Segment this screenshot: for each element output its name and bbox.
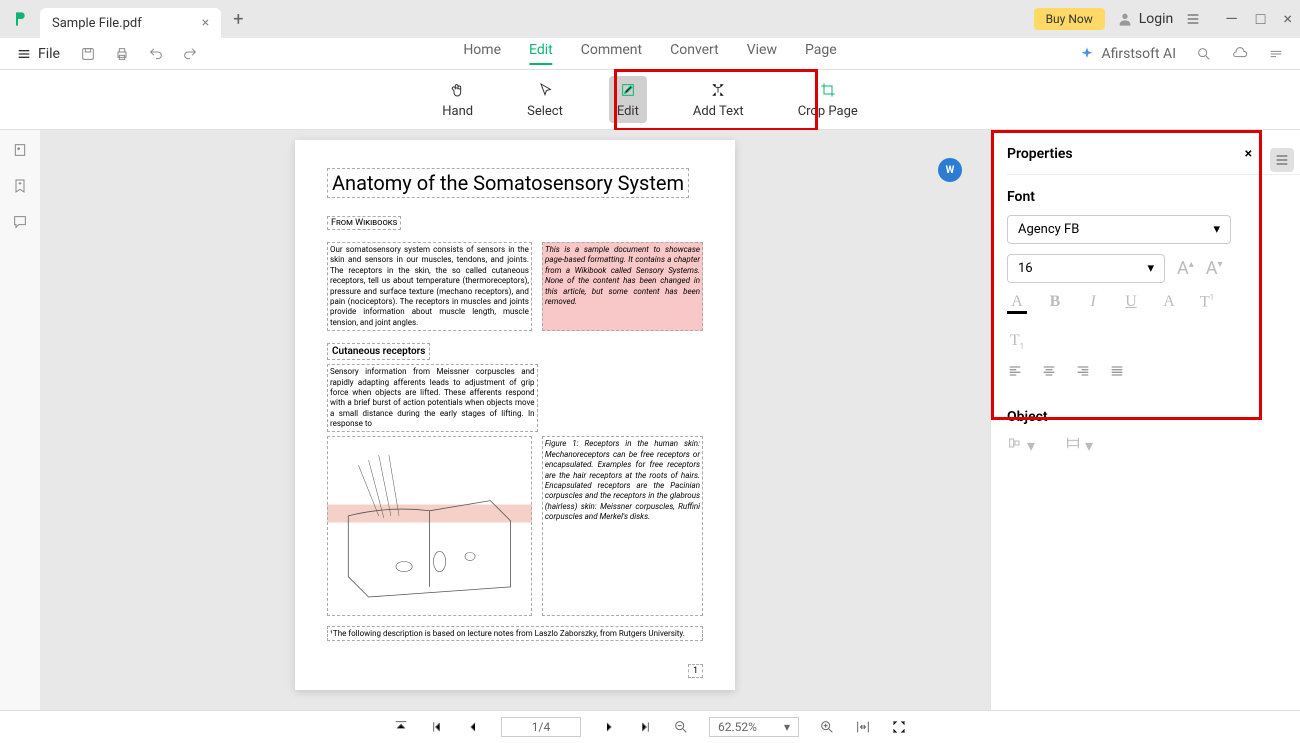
edit-toolbar: Hand Select Edit Add Text Crop Page [0, 70, 1300, 130]
main-tabs: Home Edit Comment Convert View Page [463, 42, 836, 65]
figure-image[interactable] [327, 436, 532, 616]
print-icon[interactable] [114, 46, 130, 62]
hamburger-icon [16, 46, 32, 62]
minimize-icon[interactable]: — [1225, 9, 1238, 29]
next-page-icon[interactable] [601, 719, 617, 735]
collapse-icon[interactable] [1268, 46, 1284, 62]
fit-page-icon[interactable] [891, 719, 907, 735]
zoom-select[interactable]: 62.52%▾ [709, 717, 799, 737]
file-menu[interactable]: File [16, 46, 60, 62]
font-size-select[interactable]: 16 ▾ [1007, 254, 1165, 283]
increase-font-icon[interactable]: A▴ [1177, 258, 1194, 279]
panel-title: Properties [1007, 146, 1073, 162]
doc-title[interactable]: Anatomy of the Somatosensory System [327, 168, 689, 198]
chevron-down-icon: ▾ [1213, 222, 1220, 237]
font-section-label: Font [1007, 189, 1300, 205]
chevron-down-icon: ▾ [1147, 261, 1154, 276]
prev-page-icon[interactable] [465, 719, 481, 735]
collapse-panel-icon[interactable] [1270, 148, 1294, 172]
tab-title: Sample File.pdf [52, 16, 142, 31]
doc-body-right[interactable]: This is a sample document to showcase pa… [542, 242, 703, 331]
save-icon[interactable] [80, 46, 96, 62]
close-icon[interactable]: × [202, 15, 209, 31]
font-family-select[interactable]: Agency FB ▾ [1007, 215, 1231, 244]
bookmark-add-icon[interactable] [12, 178, 28, 194]
buy-now-button[interactable]: Buy Now [1034, 8, 1105, 30]
cursor-icon [537, 82, 553, 98]
italic-icon[interactable]: I [1083, 293, 1103, 314]
cloud-icon[interactable] [1232, 46, 1248, 62]
select-tool[interactable]: Select [519, 76, 571, 123]
superscript-icon[interactable]: T1 [1197, 293, 1217, 314]
hand-tool[interactable]: Hand [434, 76, 481, 123]
close-panel-icon[interactable]: × [1245, 146, 1252, 162]
doc-footnote[interactable]: ¹The following description is based on l… [327, 626, 703, 641]
properties-panel: Properties × Font Agency FB ▾ 16 ▾ A▴ A▾… [990, 130, 1300, 710]
ai-link[interactable]: Afirstsoft AI [1079, 46, 1176, 62]
doc-source[interactable]: From Wikibooks [327, 216, 401, 230]
distribute-objects-icon[interactable]: ▾ [1065, 435, 1093, 455]
menu-icon[interactable] [1185, 11, 1201, 27]
tab-comment[interactable]: Comment [581, 42, 642, 65]
page-input[interactable]: 1/4 [501, 717, 581, 737]
redo-icon[interactable] [182, 46, 198, 62]
tab-edit[interactable]: Edit [529, 42, 553, 65]
last-page-icon[interactable] [637, 719, 653, 735]
maximize-icon[interactable]: □ [1256, 9, 1266, 29]
canvas[interactable]: W Anatomy of the Somatosensory System Fr… [40, 130, 990, 710]
bold-icon[interactable]: B [1045, 293, 1065, 314]
underline-icon[interactable]: U [1121, 293, 1141, 314]
app-logo [8, 7, 32, 31]
statusbar: 1/4 62.52%▾ [0, 710, 1300, 743]
first-page-icon[interactable] [429, 719, 445, 735]
tab-view[interactable]: View [747, 42, 777, 65]
zoom-out-icon[interactable] [673, 719, 689, 735]
align-center-icon[interactable] [1041, 363, 1057, 379]
tab-home[interactable]: Home [463, 42, 501, 65]
new-tab-button[interactable]: + [233, 9, 243, 30]
tab-active[interactable]: Sample File.pdf × [40, 8, 221, 38]
font-color-icon[interactable]: A [1007, 293, 1027, 314]
left-sidebar [0, 130, 40, 710]
doc-body-left[interactable]: Our somatosensory system consists of sen… [327, 242, 532, 331]
decrease-font-icon[interactable]: A▾ [1206, 258, 1223, 279]
text-style-icon[interactable]: A [1159, 293, 1179, 314]
align-objects-icon[interactable]: ▾ [1007, 435, 1035, 455]
figure-caption[interactable]: Figure 1: Receptors in the human skin: M… [542, 436, 703, 616]
align-justify-icon[interactable] [1109, 363, 1125, 379]
hand-icon [450, 82, 466, 98]
fit-width-icon[interactable] [855, 719, 871, 735]
pdf-page[interactable]: Anatomy of the Somatosensory System From… [295, 140, 735, 690]
scroll-top-icon[interactable] [393, 719, 409, 735]
titlebar: Sample File.pdf × + Buy Now Login — □ × [0, 0, 1300, 38]
object-section-label: Object [1007, 409, 1300, 425]
doc-section-heading[interactable]: Cutaneous receptors [327, 343, 430, 360]
thumbnails-icon[interactable] [12, 142, 28, 158]
zoom-in-icon[interactable] [819, 719, 835, 735]
login-button[interactable]: Login [1117, 11, 1174, 27]
page-number: 1 [688, 664, 703, 678]
menubar: File Home Edit Comment Convert View Page… [0, 38, 1300, 70]
tab-page[interactable]: Page [805, 42, 837, 65]
search-icon[interactable] [1196, 46, 1212, 62]
highlight-box-toolbar [614, 69, 818, 131]
word-export-icon[interactable]: W [938, 158, 962, 182]
tab-convert[interactable]: Convert [670, 42, 719, 65]
align-right-icon[interactable] [1075, 363, 1091, 379]
doc-section-body[interactable]: Sensory information from Meissner corpus… [327, 364, 538, 432]
align-left-icon[interactable] [1007, 363, 1023, 379]
sparkle-icon [1079, 46, 1095, 62]
user-icon [1117, 11, 1133, 27]
subscript-icon[interactable]: T1 [1007, 332, 1027, 351]
crop-icon [820, 82, 836, 98]
comments-icon[interactable] [12, 214, 28, 230]
close-window-icon[interactable]: × [1283, 9, 1292, 29]
undo-icon[interactable] [148, 46, 164, 62]
